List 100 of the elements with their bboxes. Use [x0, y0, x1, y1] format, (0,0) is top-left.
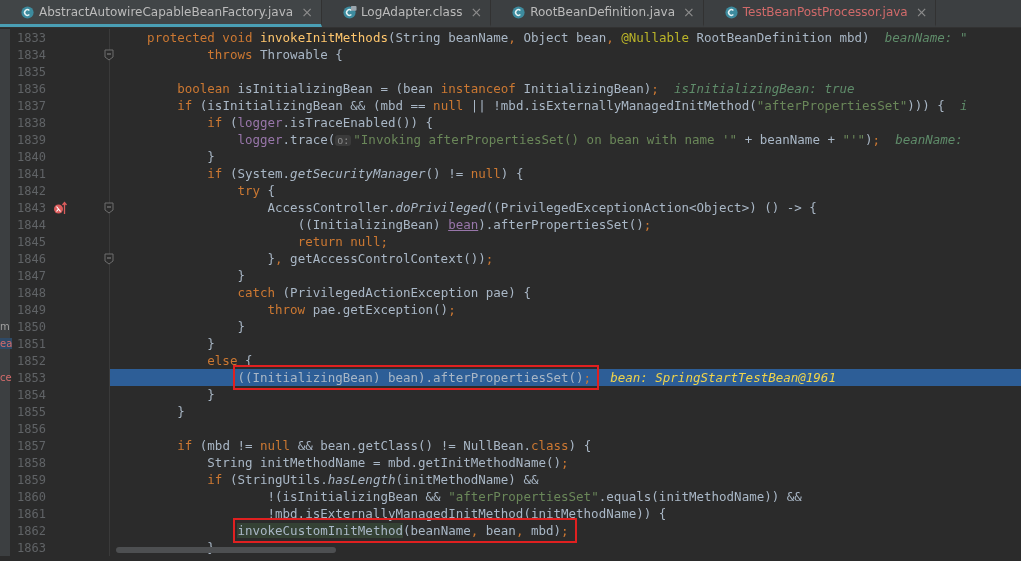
code-text: ))) {: [907, 98, 945, 113]
line-number: 1852: [16, 353, 46, 368]
code-text: ) {: [500, 166, 524, 181]
code-keyword: null: [260, 438, 291, 453]
code-text: && bean.getClass() != NullBean.: [296, 438, 531, 453]
code-keyword: if: [207, 166, 223, 181]
line-number: 1859: [16, 472, 46, 487]
code-keyword: ;: [561, 455, 569, 470]
fold-icon[interactable]: [104, 201, 114, 214]
line-number: 1834: [16, 47, 46, 62]
code-text: (beanName: [403, 523, 471, 538]
code-keyword: boolean: [177, 81, 230, 96]
close-icon[interactable]: ×: [301, 4, 313, 20]
line-number: 1846: [16, 251, 46, 266]
code-keyword: ;: [872, 132, 881, 147]
line-number: 1835: [16, 64, 46, 79]
fold-icon[interactable]: [104, 48, 114, 61]
code-keyword: ;: [583, 370, 592, 385]
line-number: 1856: [16, 421, 46, 436]
code-string: "afterPropertiesSet": [448, 489, 599, 504]
panel-text: ce: [0, 372, 12, 383]
code-keyword: protected void: [147, 30, 254, 45]
parameter-hint: o:: [335, 135, 352, 146]
line-number: 1855: [16, 404, 46, 419]
code-keyword: ;: [651, 81, 659, 96]
line-number: 1840: [16, 149, 46, 164]
code-keyword: return null;: [297, 234, 388, 249]
debug-value: beanName: ": [884, 30, 968, 45]
code-text: ): [865, 132, 873, 147]
code-text: (: [228, 115, 238, 130]
code-text: .equals(initMethodName)) &&: [598, 489, 802, 504]
editor-tab[interactable]: RootBeanDefinition.java ×: [491, 0, 704, 27]
code-keyword: null: [433, 98, 464, 113]
code-text: }: [207, 149, 215, 164]
close-icon[interactable]: ×: [915, 4, 928, 20]
code-keyword: if: [177, 98, 193, 113]
code-string: "Invoking afterPropertiesSet() on bean with name '": [353, 132, 738, 147]
panel-text: ea: [0, 338, 13, 349]
code-text: getAccessControlContext()): [290, 251, 486, 266]
code-text: }: [207, 387, 215, 402]
code-text: }: [207, 336, 215, 351]
line-number: 1833: [16, 30, 46, 45]
debug-value: i: [959, 98, 968, 113]
code-text: (System.: [228, 166, 291, 181]
code-keyword: else: [207, 353, 238, 368]
line-number: 1845: [16, 234, 46, 249]
code-keyword: null: [470, 166, 501, 181]
line-number: 1842: [16, 183, 46, 198]
code-keyword: throw: [267, 302, 306, 317]
code-text: }: [237, 268, 245, 283]
code-text: }: [237, 319, 245, 334]
code-text: !(isInitializingBean &&: [267, 489, 442, 504]
line-number: 1862: [16, 523, 46, 538]
highlighted-method: invokeCustomInitMethod: [237, 523, 403, 538]
fold-icon[interactable]: [104, 252, 114, 265]
line-number: 1849: [16, 302, 46, 317]
code-text: pae.getException(): [311, 302, 449, 317]
code-text: ((InitializingBean): [297, 217, 442, 232]
method-call: hasLength: [327, 472, 396, 487]
code-keyword: ;: [643, 217, 652, 232]
line-number: 1836: [16, 81, 46, 96]
code-text: (initMethodName) &&: [395, 472, 539, 487]
editor-tab[interactable]: TestBeanPostProcessor.java ×: [703, 0, 937, 27]
line-number: 1844: [16, 217, 46, 232]
code-text: isInitializingBean = (bean: [236, 81, 435, 96]
field-name: logger: [237, 115, 283, 130]
close-icon[interactable]: ×: [470, 4, 483, 20]
editor-tab[interactable]: AbstractAutowireCapableBeanFactory.java ×: [0, 0, 322, 27]
code-keyword: ,: [470, 523, 480, 538]
debug-value: bean: SpringStartTestBean@1961: [610, 370, 836, 385]
code-text: }: [267, 251, 276, 266]
line-number: 1857: [16, 438, 46, 453]
code-text: ) {: [568, 438, 592, 453]
editor-tab[interactable]: LogAdapter.class ×: [321, 0, 492, 27]
code-text: () !=: [425, 166, 465, 181]
line-number: 1853: [16, 370, 46, 385]
code-text: {: [266, 183, 276, 198]
line-number: 1839: [16, 132, 46, 147]
line-number: 1863: [16, 540, 46, 555]
code-keyword: ,: [606, 30, 615, 45]
method-call: doPrivileged: [395, 200, 486, 215]
code-text: }: [177, 404, 185, 419]
code-keyword: instanceof: [440, 81, 516, 96]
code-keyword: ,: [508, 30, 517, 45]
code-text: mbd): [530, 523, 562, 538]
code-text: RootBeanDefinition mbd): [695, 30, 870, 45]
code-keyword: ,: [275, 251, 284, 266]
code-text: ).afterPropertiesSet(): [478, 217, 644, 232]
code-text: (String beanName: [387, 30, 509, 45]
code-text: String initMethodName = mbd.getInitMethodName(): [207, 455, 562, 470]
close-icon[interactable]: ×: [683, 4, 695, 20]
breakpoint-icon[interactable]: [53, 200, 67, 215]
code-text: .trace(: [282, 132, 336, 147]
code-keyword: if: [207, 115, 223, 130]
code-keyword: throws: [207, 47, 253, 62]
code-keyword: if: [207, 472, 223, 487]
line-number: 1843: [16, 200, 46, 215]
code-text: Throwable {: [259, 47, 343, 62]
code-string: "afterPropertiesSet": [756, 98, 908, 113]
code-text: + beanName +: [743, 132, 836, 147]
